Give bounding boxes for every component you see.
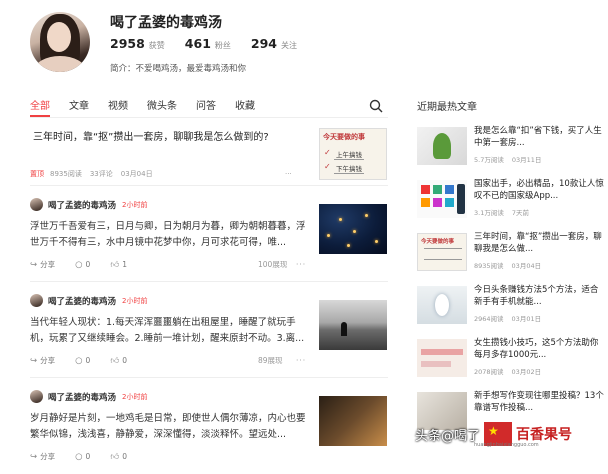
comment-count: 33评论 <box>89 170 113 178</box>
like-button[interactable]: 👍︎ 0 <box>110 356 137 366</box>
hot-article-title: 新手想写作变现往哪里投稿？13个靠谱写作投稿... <box>474 391 604 413</box>
like-button[interactable]: 👍︎ 1 <box>110 260 137 270</box>
hot-article-item[interactable]: 今日头条赚钱方法5个方法，适合新手有手机就能... 2964阅读 03月01日 <box>417 282 608 331</box>
article-title[interactable]: 三年时间，靠“抠”攒出一套房，聊聊我是怎么做到的? <box>33 130 303 146</box>
like-icon: 👍︎ <box>110 451 120 462</box>
hot-article-meta: 5.7万阅读 03月11日 <box>474 156 542 164</box>
share-button[interactable]: ↪ 分享 <box>30 259 65 270</box>
hot-article-item[interactable]: 女生攒钱小技巧，这5个方法助你每月多存1000元... 2078阅读 03月02日 <box>417 335 608 384</box>
like-button[interactable]: 👍︎ 0 <box>110 452 137 462</box>
avatar[interactable] <box>30 12 90 72</box>
content-tabs: 全部 文章 视频 微头条 问答 收藏 <box>30 97 274 117</box>
hot-article-image <box>417 180 467 218</box>
like-icon: 👍︎ <box>110 259 120 270</box>
feed-item-post[interactable]: 喝了孟婆的毒鸡汤 2小时前 浮世万千吾爱有三，日月与卿，日为朝月为暮，卿为朝朝暮… <box>30 186 388 282</box>
hot-articles-sidebar: 近期最热文章 我是怎么靠“扣”省下钱，买了人生中第一套房... 5.7万阅读 03… <box>417 98 608 441</box>
view-count: 89展现 <box>258 356 283 365</box>
search-icon[interactable] <box>369 99 383 113</box>
hot-article-item[interactable]: 我是怎么靠“扣”省下钱，买了人生中第一套房... 5.7万阅读 03月11日 <box>417 123 608 172</box>
hot-article-item[interactable]: 国家出手，必出精品，10款让人惊叹不已的国家级App... 3.1万阅读 7天前 <box>417 176 608 225</box>
author-name[interactable]: 喝了孟婆的毒鸡汤 <box>48 295 116 307</box>
post-actions: ↪ 分享 ○ 0 👍︎ 0 89展现 ··· <box>30 355 310 366</box>
share-button[interactable]: ↪ 分享 <box>30 451 65 462</box>
hot-article-image <box>417 286 467 324</box>
feed-item-post[interactable]: 喝了孟婆的毒鸡汤 2小时前 当代年轻人现状：1.每天浑浑噩噩躺在出租屋里，睡醒了… <box>30 282 388 378</box>
post-actions: ↪ 分享 ○ 0 👍︎ 0 <box>30 451 310 462</box>
hot-article-image: 今天要做的事 <box>417 233 467 271</box>
post-header: 喝了孟婆的毒鸡汤 2小时前 <box>30 390 147 403</box>
post-image[interactable] <box>319 204 387 254</box>
article-meta: 置顶 8935阅读 33评论 03月04日 ··· <box>30 169 292 179</box>
tab-videos[interactable]: 视频 <box>108 97 128 117</box>
comment-icon: ○ <box>75 259 83 270</box>
more-icon[interactable]: ··· <box>296 356 306 365</box>
post-image[interactable] <box>319 396 387 446</box>
hot-article-meta: 2964阅读 03月01日 <box>474 315 542 323</box>
avatar[interactable] <box>30 198 43 211</box>
hot-article-item[interactable]: 今天要做的事 三年时间，靠“抠”攒出一套房，聊聊我是怎么做... 8935阅读 0… <box>417 229 608 278</box>
read-count: 8935阅读 <box>50 170 82 178</box>
hot-article-title: 今日头条赚钱方法5个方法，适合新手有手机就能... <box>474 285 599 307</box>
profile-stats: 2958 获赞 461 粉丝 294 关注 <box>110 36 317 51</box>
more-icon[interactable]: ··· <box>296 260 306 269</box>
post-time: 2小时前 <box>122 296 148 305</box>
post-text[interactable]: 岁月静好是片刻，一地鸡毛是日常，即使世人偶尔薄凉，内心也要繁华似锦，浅浅喜，静静… <box>30 411 310 443</box>
share-icon: ↪ <box>30 355 38 366</box>
share-button[interactable]: ↪ 分享 <box>30 355 65 366</box>
view-count: 100展现 <box>258 260 288 269</box>
post-header: 喝了孟婆的毒鸡汤 2小时前 <box>30 198 147 211</box>
author-name[interactable]: 喝了孟婆的毒鸡汤 <box>48 199 116 211</box>
post-image[interactable] <box>319 300 387 350</box>
profile-bio: 简介：不爱喝鸡汤，最爱毒鸡汤和你 <box>110 64 247 74</box>
comment-button[interactable]: ○ 0 <box>75 260 100 270</box>
sidebar-title: 近期最热文章 <box>417 102 477 113</box>
stat-fans[interactable]: 461 粉丝 <box>185 36 231 51</box>
tab-qa[interactable]: 问答 <box>196 97 216 117</box>
hot-article-image <box>417 339 467 377</box>
hot-article-image <box>417 127 467 165</box>
feed-item-post[interactable]: 喝了孟婆的毒鸡汤 2小时前 岁月静好是片刻，一地鸡毛是日常，即使世人偶尔薄凉，内… <box>30 378 388 474</box>
hot-article-title: 国家出手，必出精品，10款让人惊叹不已的国家级App... <box>474 179 604 201</box>
hot-article-meta: 2078阅读 03月02日 <box>474 368 542 376</box>
like-icon: 👍︎ <box>110 355 120 366</box>
post-text[interactable]: 浮世万千吾爱有三，日月与卿，日为朝月为暮，卿为朝朝暮暮，浮世万千不得有三，水中月… <box>30 219 310 251</box>
hot-article-title: 女生攒钱小技巧，这5个方法助你每月多存1000元... <box>474 338 599 360</box>
tab-articles[interactable]: 文章 <box>69 97 89 117</box>
post-time: 2小时前 <box>122 200 148 209</box>
tab-favorites[interactable]: 收藏 <box>235 97 255 117</box>
avatar[interactable] <box>30 294 43 307</box>
profile-header: 喝了孟婆的毒鸡汤 2958 获赞 461 粉丝 294 关注 简介：不爱喝鸡汤，最爱毒… <box>0 0 608 86</box>
post-header: 喝了孟婆的毒鸡汤 2小时前 <box>30 294 147 307</box>
post-text[interactable]: 当代年轻人现状：1.每天浑浑噩噩躺在出租屋里，睡醒了就玩手机，玩累了又继续睡会。… <box>30 315 310 347</box>
hot-article-meta: 8935阅读 03月04日 <box>474 262 542 270</box>
feed-item-pinned[interactable]: 三年时间，靠“抠”攒出一套房，聊聊我是怎么做到的? 置顶 8935阅读 33评论… <box>30 122 388 186</box>
watermark-text: 头条@喝了 <box>415 428 481 444</box>
stat-likes[interactable]: 2958 获赞 <box>110 36 165 51</box>
article-thumbnail[interactable]: 今天要做的事 ✓ 上午搞钱 ✓ 下午搞钱 <box>319 128 387 180</box>
watermark-url: huangjinbaixiangguo.com <box>474 442 539 448</box>
share-icon: ↪ <box>30 451 38 462</box>
pinned-badge: 置顶 <box>30 170 44 178</box>
stat-following[interactable]: 294 关注 <box>251 36 297 51</box>
comment-button[interactable]: ○ 0 <box>75 356 100 366</box>
author-name[interactable]: 喝了孟婆的毒鸡汤 <box>48 391 116 403</box>
tab-micro[interactable]: 微头条 <box>147 97 177 117</box>
share-icon: ↪ <box>30 259 38 270</box>
hot-article-title: 我是怎么靠“扣”省下钱，买了人生中第一套房... <box>474 126 602 148</box>
tab-divider <box>30 117 388 118</box>
comment-icon: ○ <box>75 451 83 462</box>
hot-article-title: 三年时间，靠“抠”攒出一套房，聊聊我是怎么做... <box>474 232 602 254</box>
more-icon[interactable]: ··· <box>285 170 292 178</box>
avatar[interactable] <box>30 390 43 403</box>
tab-all[interactable]: 全部 <box>30 97 50 117</box>
post-time: 2小时前 <box>122 392 148 401</box>
comment-button[interactable]: ○ 0 <box>75 452 100 462</box>
profile-name: 喝了孟婆的毒鸡汤 <box>110 15 222 31</box>
feed-list: 三年时间，靠“抠”攒出一套房，聊聊我是怎么做到的? 置顶 8935阅读 33评论… <box>30 122 388 474</box>
comment-icon: ○ <box>75 355 83 366</box>
post-actions: ↪ 分享 ○ 0 👍︎ 1 100展现 ··· <box>30 259 310 270</box>
hot-article-meta: 3.1万阅读 7天前 <box>474 209 529 217</box>
watermark-brand: 百香果号 <box>516 427 573 443</box>
publish-date: 03月04日 <box>120 170 153 178</box>
